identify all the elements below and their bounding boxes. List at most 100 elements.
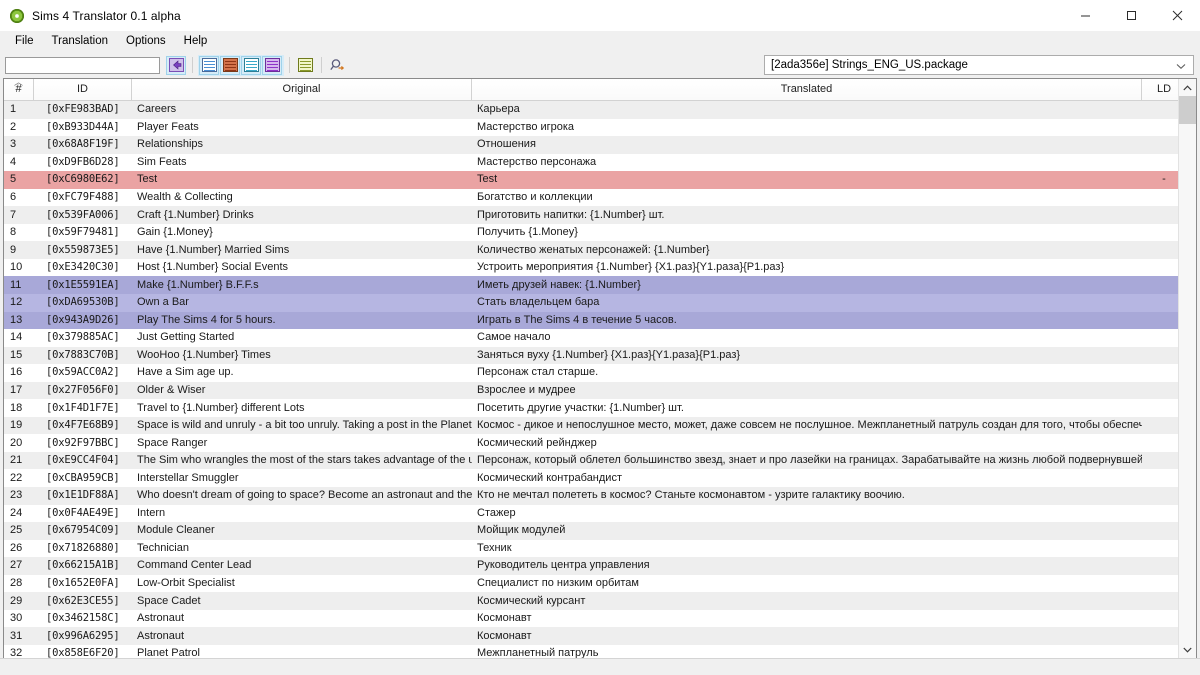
table-row[interactable]: 27[0x66215A1B]Command Center LeadРуковод…: [4, 557, 1196, 575]
row-translated-text: Стать владельцем бара: [472, 294, 1142, 311]
table-row[interactable]: 22[0xCBA959CB]Interstellar SmugglerКосми…: [4, 469, 1196, 487]
row-string-id: [0x62E3CE55]: [34, 593, 132, 610]
table-row[interactable]: 19[0x4F7E68B9]Space is wild and unruly -…: [4, 417, 1196, 435]
table-row[interactable]: 10[0xE3420C30]Host {1.Number} Social Eve…: [4, 259, 1196, 277]
back-arrow-button[interactable]: [166, 56, 186, 75]
row-number: 16: [4, 364, 34, 381]
table-row[interactable]: 23[0x1E1DF88A]Who doesn't dream of going…: [4, 487, 1196, 505]
table-row[interactable]: 17[0x27F056F0]Older & WiserВзрослее и му…: [4, 382, 1196, 400]
row-number: 6: [4, 189, 34, 206]
row-original-text: Sim Feats: [132, 154, 472, 171]
table-row[interactable]: 4[0xD9FB6D28]Sim FeatsМастерство персона…: [4, 154, 1196, 172]
row-original-text: Just Getting Started: [132, 329, 472, 346]
minimize-button[interactable]: [1062, 0, 1108, 31]
row-translated-text: Test: [472, 171, 1142, 188]
table-row[interactable]: 9[0x559873E5]Have {1.Number} Married Sim…: [4, 241, 1196, 259]
table-row[interactable]: 29[0x62E3CE55]Space CadetКосмический кур…: [4, 592, 1196, 610]
title-bar: Sims 4 Translator 0.1 alpha: [0, 0, 1200, 31]
table-row[interactable]: 12[0xDA69530B]Own a BarСтать владельцем …: [4, 294, 1196, 312]
row-original-text: Relationships: [132, 136, 472, 153]
row-string-id: [0x67954C09]: [34, 522, 132, 539]
column-header-translated[interactable]: Translated: [472, 79, 1142, 100]
table-row[interactable]: 26[0x71826880]TechnicianТехник: [4, 540, 1196, 558]
close-button[interactable]: [1154, 0, 1200, 31]
table-row[interactable]: 5[0xC6980E62]TestTest-: [4, 171, 1196, 189]
row-original-text: Astronaut: [132, 628, 472, 645]
row-number: 13: [4, 312, 34, 329]
filter-untranslated-button[interactable]: [220, 56, 240, 75]
row-original-text: Play The Sims 4 for 5 hours.: [132, 312, 472, 329]
filter-validated-button[interactable]: [295, 56, 315, 75]
app-gear-icon: [9, 8, 25, 24]
menu-options[interactable]: Options: [117, 32, 175, 51]
row-string-id: [0xB933D44A]: [34, 119, 132, 136]
row-number: 1: [4, 101, 34, 118]
find-replace-button[interactable]: [327, 56, 347, 75]
table-row[interactable]: 7[0x539FA006]Craft {1.Number} DrinksПриг…: [4, 206, 1196, 224]
scrollbar-thumb[interactable]: [1179, 96, 1196, 124]
row-number: 24: [4, 505, 34, 522]
table-row[interactable]: 6[0xFC79F488]Wealth & CollectingБогатств…: [4, 189, 1196, 207]
row-translated-text: Руководитель центра управления: [472, 557, 1142, 574]
table-row[interactable]: 14[0x379885AC]Just Getting StartedСамое …: [4, 329, 1196, 347]
toolbar-separator-1: [192, 57, 193, 73]
filter-partial-button[interactable]: [262, 56, 282, 75]
row-original-text: Have {1.Number} Married Sims: [132, 242, 472, 259]
row-string-id: [0x59ACC0A2]: [34, 364, 132, 381]
list-red-icon: [223, 58, 238, 72]
column-header-original[interactable]: Original: [132, 79, 472, 100]
table-row[interactable]: 13[0x943A9D26]Play The Sims 4 for 5 hour…: [4, 312, 1196, 330]
row-number: 32: [4, 645, 34, 658]
row-string-id: [0x943A9D26]: [34, 312, 132, 329]
menu-translation[interactable]: Translation: [43, 32, 117, 51]
menu-file[interactable]: File: [6, 32, 43, 51]
column-header-num[interactable]: ︿ #: [4, 79, 34, 100]
row-original-text: Space Ranger: [132, 435, 472, 452]
row-original-text: Own a Bar: [132, 294, 472, 311]
row-translated-text: Посетить другие участки: {1.Number} шт.: [472, 400, 1142, 417]
row-translated-text: Персонаж стал старше.: [472, 364, 1142, 381]
package-file-selector[interactable]: [2ada356e] Strings_ENG_US.package: [764, 55, 1194, 75]
row-original-text: Gain {1.Money}: [132, 224, 472, 241]
vertical-scrollbar[interactable]: [1178, 79, 1196, 658]
row-number: 29: [4, 593, 34, 610]
row-translated-text: Иметь друзей навек: {1.Number}: [472, 277, 1142, 294]
column-header-id[interactable]: ID: [34, 79, 132, 100]
maximize-button[interactable]: [1108, 0, 1154, 31]
table-row[interactable]: 15[0x7883C70B]WooHoo {1.Number} TimesЗан…: [4, 347, 1196, 365]
row-string-id: [0x858E6F20]: [34, 645, 132, 658]
magnifier-icon: [330, 58, 345, 72]
table-row[interactable]: 25[0x67954C09]Module CleanerМойщик модул…: [4, 522, 1196, 540]
table-row[interactable]: 1[0xFE983BAD]CareersКарьера: [4, 101, 1196, 119]
row-string-id: [0x7883C70B]: [34, 347, 132, 364]
table-row[interactable]: 8[0x59F79481]Gain {1.Money}Получить {1.M…: [4, 224, 1196, 242]
menu-help[interactable]: Help: [175, 32, 217, 51]
row-original-text: Make {1.Number} B.F.F.s: [132, 277, 472, 294]
row-original-text: Command Center Lead: [132, 557, 472, 574]
row-original-text: Travel to {1.Number} different Lots: [132, 400, 472, 417]
table-row[interactable]: 18[0x1F4D1F7E]Travel to {1.Number} diffe…: [4, 399, 1196, 417]
row-number: 9: [4, 242, 34, 259]
row-original-text: Space is wild and unruly - a bit too unr…: [132, 417, 472, 434]
table-row[interactable]: 2[0xB933D44A]Player FeatsМастерство игро…: [4, 119, 1196, 137]
table-row[interactable]: 21[0xE9CC4F04]The Sim who wrangles the m…: [4, 452, 1196, 470]
scroll-down-button[interactable]: [1179, 641, 1196, 658]
search-input[interactable]: [5, 57, 160, 74]
row-original-text: Player Feats: [132, 119, 472, 136]
table-row[interactable]: 31[0x996A6295]AstronautКосмонавт: [4, 627, 1196, 645]
row-number: 17: [4, 382, 34, 399]
table-row[interactable]: 24[0x0F4AE49E]InternСтажер: [4, 505, 1196, 523]
table-row[interactable]: 28[0x1652E0FA]Low-Orbit SpecialistСпециа…: [4, 575, 1196, 593]
filter-translated-button[interactable]: [241, 56, 261, 75]
table-row[interactable]: 32[0x858E6F20]Planet PatrolМежпланетный …: [4, 645, 1196, 658]
row-translated-text: Специалист по низким орбитам: [472, 575, 1142, 592]
table-row[interactable]: 16[0x59ACC0A2]Have a Sim age up.Персонаж…: [4, 364, 1196, 382]
table-row[interactable]: 3[0x68A8F19F]RelationshipsОтношения: [4, 136, 1196, 154]
filter-all-button[interactable]: [199, 56, 219, 75]
scroll-up-button[interactable]: [1179, 79, 1196, 96]
row-number: 23: [4, 487, 34, 504]
table-row[interactable]: 20[0x92F97BBC]Space RangerКосмический ре…: [4, 434, 1196, 452]
row-string-id: [0xDA69530B]: [34, 294, 132, 311]
table-row[interactable]: 11[0x1E5591EA]Make {1.Number} B.F.F.sИме…: [4, 276, 1196, 294]
table-row[interactable]: 30[0x3462158C]AstronautКосмонавт: [4, 610, 1196, 628]
